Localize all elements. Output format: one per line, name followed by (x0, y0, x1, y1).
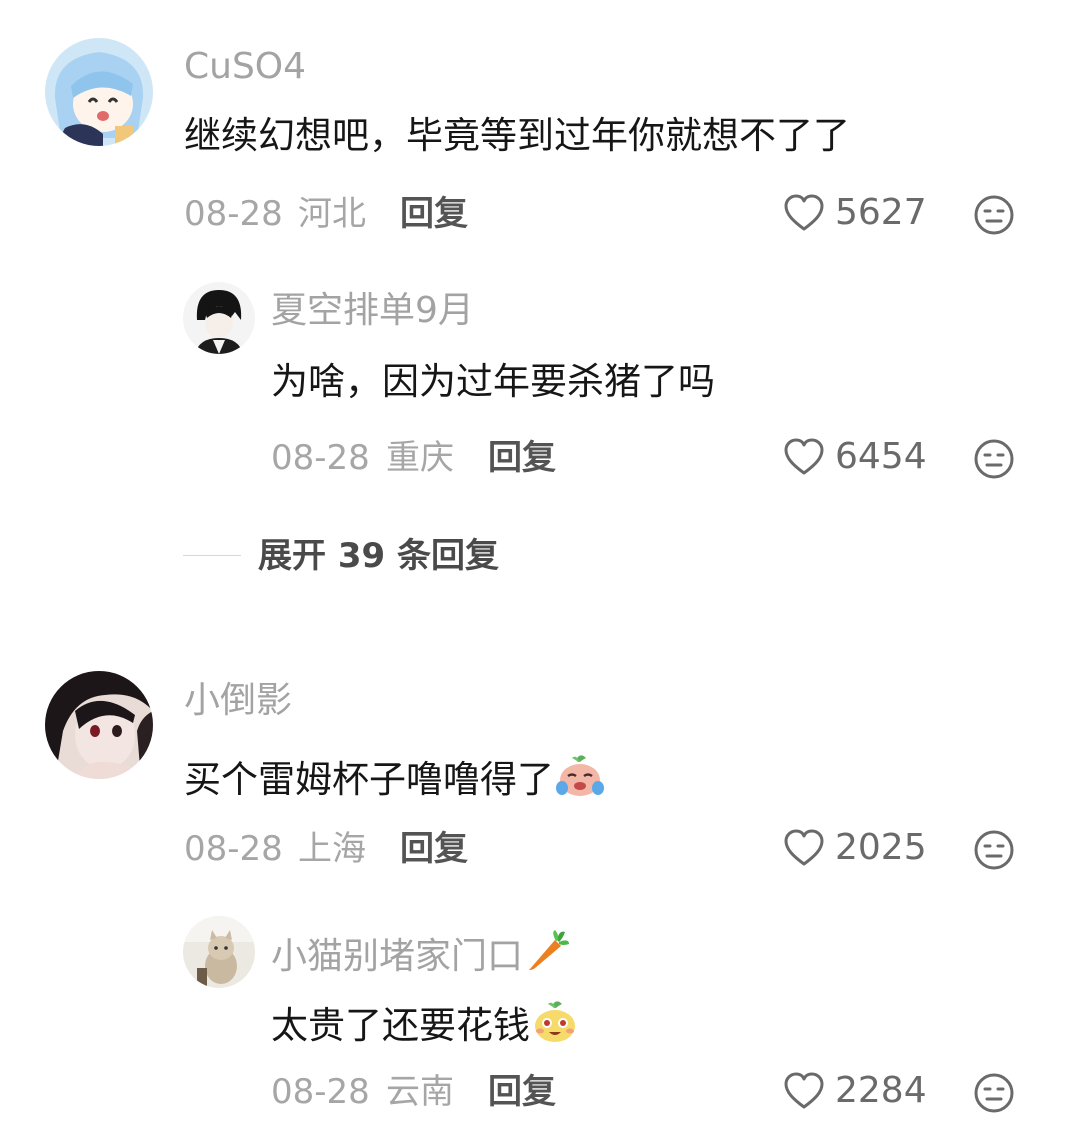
comment-location: 河北 (298, 194, 366, 234)
grinning-emoji-icon (532, 998, 578, 1050)
comment-text: 为啥，因为过年要杀猪了吗 (271, 360, 715, 403)
username[interactable]: CuSO4 (184, 49, 306, 85)
comment-date: 08-28 (271, 438, 370, 478)
username[interactable]: 小猫别堵家门口 (271, 928, 571, 979)
like-count: 5627 (835, 192, 927, 233)
expand-replies-button[interactable]: 展开 39 条回复 (258, 539, 499, 573)
reply-button[interactable]: 回复 (488, 1075, 556, 1109)
comment-text: 继续幻想吧，毕竟等到过年你就想不了了 (184, 114, 850, 157)
comment-date: 08-28 (184, 829, 283, 869)
heart-icon (784, 438, 824, 475)
avatar[interactable] (45, 38, 153, 146)
comment-text: 买个雷姆杯子噜噜得了 (184, 752, 604, 804)
avatar[interactable] (183, 916, 255, 988)
avatar[interactable] (45, 671, 153, 779)
reply-button[interactable]: 回复 (400, 197, 468, 231)
carrot-emoji-icon (525, 928, 571, 979)
comment-text: 太贵了还要花钱 (271, 998, 578, 1050)
username-text: 小猫别堵家门口 (271, 936, 524, 977)
dislike-icon[interactable] (973, 1072, 1015, 1118)
like-count: 2025 (835, 827, 927, 868)
heart-icon (784, 829, 824, 866)
username[interactable]: 夏空排单9月 (271, 293, 474, 329)
dislike-icon[interactable] (973, 438, 1015, 484)
comment-location: 上海 (298, 829, 366, 869)
comment-text-body: 太贵了还要花钱 (271, 1004, 530, 1047)
crying-emoji-icon (556, 752, 604, 804)
like-button[interactable]: 2284 (783, 1071, 927, 1111)
like-button[interactable]: 5627 (783, 193, 927, 233)
like-button[interactable]: 2025 (783, 828, 927, 868)
comment-location: 重庆 (386, 438, 454, 478)
avatar[interactable] (183, 282, 255, 354)
reply-button[interactable]: 回复 (400, 832, 468, 866)
comment-date: 08-28 (271, 1072, 370, 1112)
comment-location: 云南 (386, 1072, 454, 1112)
heart-icon (784, 194, 824, 231)
dislike-icon[interactable] (973, 194, 1015, 240)
reply-button[interactable]: 回复 (488, 441, 556, 475)
like-button[interactable]: 6454 (783, 437, 927, 477)
divider (183, 555, 241, 556)
dislike-icon[interactable] (973, 829, 1015, 875)
heart-icon (784, 1072, 824, 1109)
like-count: 6454 (835, 436, 927, 477)
username[interactable]: 小倒影 (184, 683, 292, 719)
comment-text-body: 买个雷姆杯子噜噜得了 (184, 758, 554, 801)
comment-date: 08-28 (184, 194, 283, 234)
like-count: 2284 (835, 1070, 927, 1111)
